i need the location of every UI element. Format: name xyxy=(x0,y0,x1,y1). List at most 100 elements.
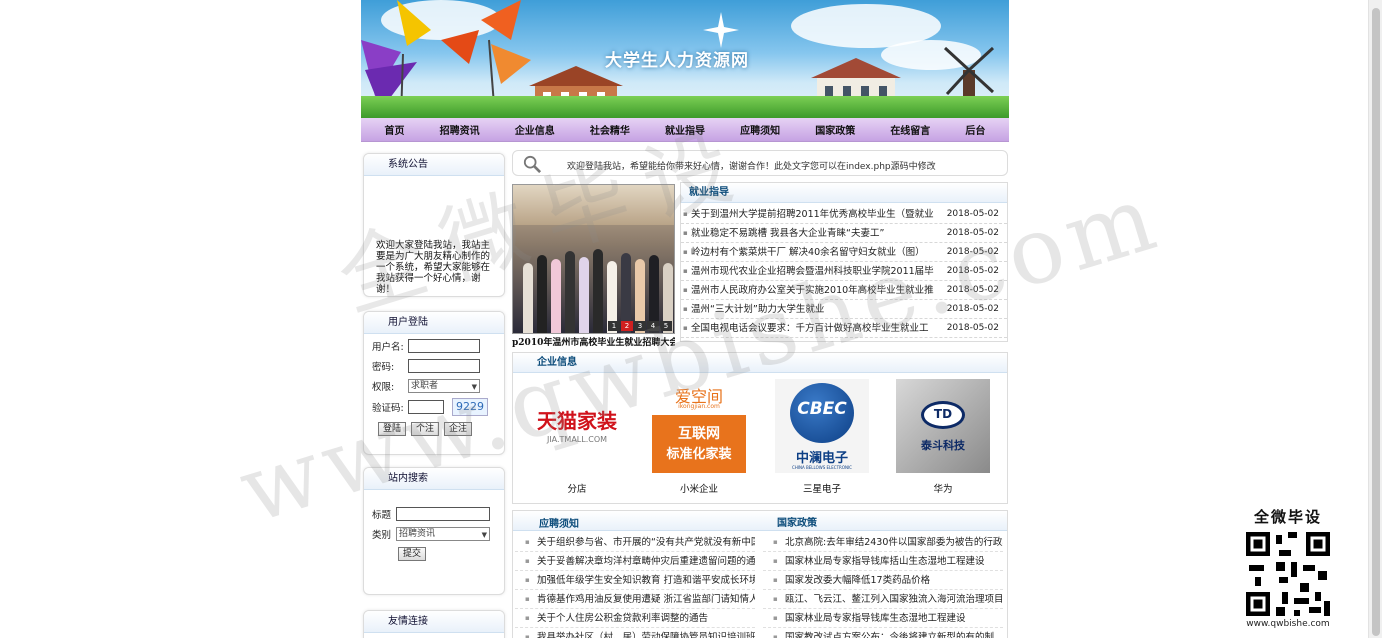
company-card[interactable]: 爱空间 ikongjian.com 互联网 标准化家装 小米企业 xyxy=(651,379,747,495)
login-buttons: 登陆 个注 企注 xyxy=(364,418,504,440)
nav-home[interactable]: 首页 xyxy=(385,122,405,137)
role-select[interactable]: 求职者 xyxy=(408,379,480,393)
list-item[interactable]: 岭边村有个紫菜烘干厂 解决40余名留守妇女就业（图） 2018-05-02 xyxy=(681,243,1007,262)
list-item[interactable]: 加强低年级学生安全知识教育 打造和谐平安成长环境 xyxy=(515,571,755,590)
list-item[interactable]: 肯德基作鸡用油反复使用遭疑 浙江省监部门请知情人� xyxy=(515,590,755,609)
list-item[interactable]: 瓯江、飞云江、鳌江列入国家独流入海河流治理项目 xyxy=(763,590,1003,609)
guidance-list: 关于到温州大学提前招聘2011年优秀高校毕业生（暨就业 2018-05-02 就业… xyxy=(681,203,1007,338)
links-panel: 友情连接 xyxy=(363,610,505,638)
list-item[interactable]: 温州“三大计划”助力大学生就业 2018-05-02 xyxy=(681,300,1007,319)
company-logo-tmall[interactable]: 天猫家装 JIA.TMALL.COM xyxy=(530,379,624,473)
personal-register-button[interactable]: 个注 xyxy=(411,422,440,436)
nav-society[interactable]: 社会精华 xyxy=(590,122,630,137)
company-card[interactable]: TD 泰斗科技 华为 xyxy=(895,379,991,495)
photo-figure xyxy=(593,249,603,333)
list-item[interactable]: 国家林业局专家指导钱库括山生态湿地工程建设 xyxy=(763,552,1003,571)
notice-title: 系统公告 xyxy=(364,154,504,176)
qr-url: www.qwbishe.com xyxy=(1246,619,1330,629)
guidance-title: 就业指导 xyxy=(681,183,1007,203)
company-register-button[interactable]: 企注 xyxy=(444,422,473,436)
scrollbar-thumb[interactable] xyxy=(1372,8,1380,636)
list-item[interactable]: 关于个人住房公积金贷款利率调整的通告 xyxy=(515,609,755,628)
company-card[interactable]: 天猫家装 JIA.TMALL.COM 分店 xyxy=(529,379,625,495)
captcha-row: 验证码: 9229 xyxy=(364,396,504,418)
logo-text: TD xyxy=(933,407,953,421)
news-title[interactable]: 就业稳定不易跳槽 我县各大企业青睐“夫妻工” xyxy=(691,224,937,243)
list-item[interactable]: 我县举办社区（村、居）劳动保障协管员知识培训班 xyxy=(515,628,755,638)
list-item[interactable]: 国家林业局专家指导钱库生态湿地工程建设 xyxy=(763,609,1003,628)
login-panel: 用户登陆 用户名: 密码: 权限: 求职者 验证码: 9229 xyxy=(363,311,505,455)
news-title[interactable]: 温州市现代农业企业招聘会暨温州科技职业学院2011届毕 xyxy=(691,262,937,281)
list-item[interactable]: 就业稳定不易跳槽 我县各大企业青睐“夫妻工” 2018-05-02 xyxy=(681,224,1007,243)
category-select[interactable]: 招聘资讯 xyxy=(396,527,490,541)
guidance-panel: 就业指导 关于到温州大学提前招聘2011年优秀高校毕业生（暨就业 2018-05-… xyxy=(680,182,1008,342)
keyword-label: 标题 xyxy=(372,510,392,521)
sparkle-icon xyxy=(703,12,739,48)
pager-3[interactable]: 3 xyxy=(634,321,646,331)
password-row: 密码: xyxy=(364,356,504,376)
company-card[interactable]: CBEC 中澜电子 CHINA BELLOWS ELECTRONIC 三星电子 xyxy=(774,379,870,495)
list-item[interactable]: 关于妥善解决章均洋村章畴仲灾后重建遗留问题的通知 xyxy=(515,552,755,571)
nav-recruit-news[interactable]: 招聘资讯 xyxy=(440,122,480,137)
list-item[interactable]: 国家发改委大幅降低17类药品价格 xyxy=(763,571,1003,590)
logo-subtext: ikongjian.com xyxy=(678,403,720,410)
bottom-news-panel: 应聘须知 国家政策 关于组织参与省、市开展的“没有共产党就没有新中国 关于妥善解… xyxy=(512,510,1008,638)
news-slideshow[interactable]: 1 2 3 4 5 xyxy=(512,184,675,334)
captcha-image[interactable]: 9229 xyxy=(452,398,488,416)
list-item[interactable]: 温州市现代农业企业招聘会暨温州科技职业学院2011届毕 2018-05-02 xyxy=(681,262,1007,281)
company-name[interactable]: 小米企业 xyxy=(651,481,747,495)
nav-guestbook[interactable]: 在线留言 xyxy=(890,122,930,137)
slideshow-caption[interactable]: p2010年温州市高校毕业生就业招聘大会 xyxy=(512,335,675,347)
news-date: 2018-05-02 xyxy=(946,228,999,238)
news-date: 2018-05-02 xyxy=(946,209,999,219)
nav-guidance[interactable]: 就业指导 xyxy=(665,122,705,137)
company-title: 企业信息 xyxy=(513,353,1007,373)
list-item[interactable]: 北京高院:去年审结2430件以国家部委为被告的行政案� xyxy=(763,533,1003,552)
news-title[interactable]: 关于到温州大学提前招聘2011年优秀高校毕业生（暨就业 xyxy=(691,205,937,224)
list-item[interactable]: 关于组织参与省、市开展的“没有共产党就没有新中国 xyxy=(515,533,755,552)
pager-4[interactable]: 4 xyxy=(647,321,659,331)
company-logo-ikongjian[interactable]: 爱空间 ikongjian.com 互联网 标准化家装 xyxy=(652,379,746,473)
captcha-input[interactable] xyxy=(408,400,444,414)
keyword-input[interactable] xyxy=(396,507,490,521)
list-item[interactable]: 温州市人民政府办公室关于实施2010年高校毕业生就业推 2018-05-02 xyxy=(681,281,1007,300)
company-name[interactable]: 华为 xyxy=(895,481,991,495)
password-input[interactable] xyxy=(408,359,480,373)
news-title[interactable]: 岭边村有个紫菜烘干厂 解决40余名留守妇女就业（图） xyxy=(691,243,937,262)
pager-1[interactable]: 1 xyxy=(608,321,620,331)
company-logo-cbec[interactable]: CBEC 中澜电子 CHINA BELLOWS ELECTRONIC xyxy=(775,379,869,473)
company-name[interactable]: 分店 xyxy=(529,481,625,495)
policy-list: 北京高院:去年审结2430件以国家部委为被告的行政案� 国家林业局专家指导钱库括… xyxy=(763,533,1003,638)
pager-2[interactable]: 2 xyxy=(621,321,633,331)
search-submit-button[interactable]: 提交 xyxy=(398,547,427,561)
news-date: 2018-05-02 xyxy=(946,247,999,257)
list-item[interactable]: 关于到温州大学提前招聘2011年优秀高校毕业生（暨就业 2018-05-02 xyxy=(681,205,1007,224)
qr-code-block: 全微毕设 www.qwbishe.com xyxy=(1240,506,1336,630)
login-button[interactable]: 登陆 xyxy=(378,422,407,436)
nav-admin[interactable]: 后台 xyxy=(965,122,985,137)
company-panel: 企业信息 天猫家装 JIA.TMALL.COM 分店 爱空间 ikongjian… xyxy=(512,352,1008,504)
news-date: 2018-05-02 xyxy=(946,266,999,276)
nav-apply-notes[interactable]: 应聘须知 xyxy=(740,122,780,137)
list-item[interactable]: 全国电视电话会议要求：千方百计做好高校毕业生就业工 2018-05-02 xyxy=(681,319,1007,338)
vertical-scrollbar[interactable] xyxy=(1368,0,1382,638)
bottom-header xyxy=(513,511,1007,531)
nav-company-info[interactable]: 企业信息 xyxy=(515,122,555,137)
site-container: 大学生人力资源网 首页 招聘资讯 企业信息 社会精华 就业指导 应聘须知 国家政… xyxy=(361,0,1009,638)
company-logo-taidou[interactable]: TD 泰斗科技 xyxy=(896,379,990,473)
nav-policy[interactable]: 国家政策 xyxy=(815,122,855,137)
notice-panel: 系统公告 欢迎大家登陆我站，我站主要是为广大朋友精心制作的一个系统，希望大家能够… xyxy=(363,153,505,297)
username-input[interactable] xyxy=(408,339,480,353)
logo-text: 标准化家装 xyxy=(666,447,732,462)
login-title: 用户登陆 xyxy=(364,312,504,334)
header-banner: 大学生人力资源网 xyxy=(361,0,1009,118)
logo-subtext: 中澜电子 xyxy=(795,451,848,466)
news-title[interactable]: 全国电视电话会议要求：千方百计做好高校毕业生就业工 xyxy=(691,319,937,338)
company-name[interactable]: 三星电子 xyxy=(774,481,870,495)
news-title[interactable]: 温州市人民政府办公室关于实施2010年高校毕业生就业推 xyxy=(691,281,937,300)
page: 大学生人力资源网 首页 招聘资讯 企业信息 社会精华 就业指导 应聘须知 国家政… xyxy=(0,0,1382,638)
list-item[interactable]: 国家教改试点方案公布：今後将建立新型的有的制 xyxy=(763,628,1003,638)
pager-5[interactable]: 5 xyxy=(660,321,672,331)
main-nav: 首页 招聘资讯 企业信息 社会精华 就业指导 应聘须知 国家政策 在线留言 后台 xyxy=(361,118,1009,142)
news-title[interactable]: 温州“三大计划”助力大学生就业 xyxy=(691,300,937,319)
